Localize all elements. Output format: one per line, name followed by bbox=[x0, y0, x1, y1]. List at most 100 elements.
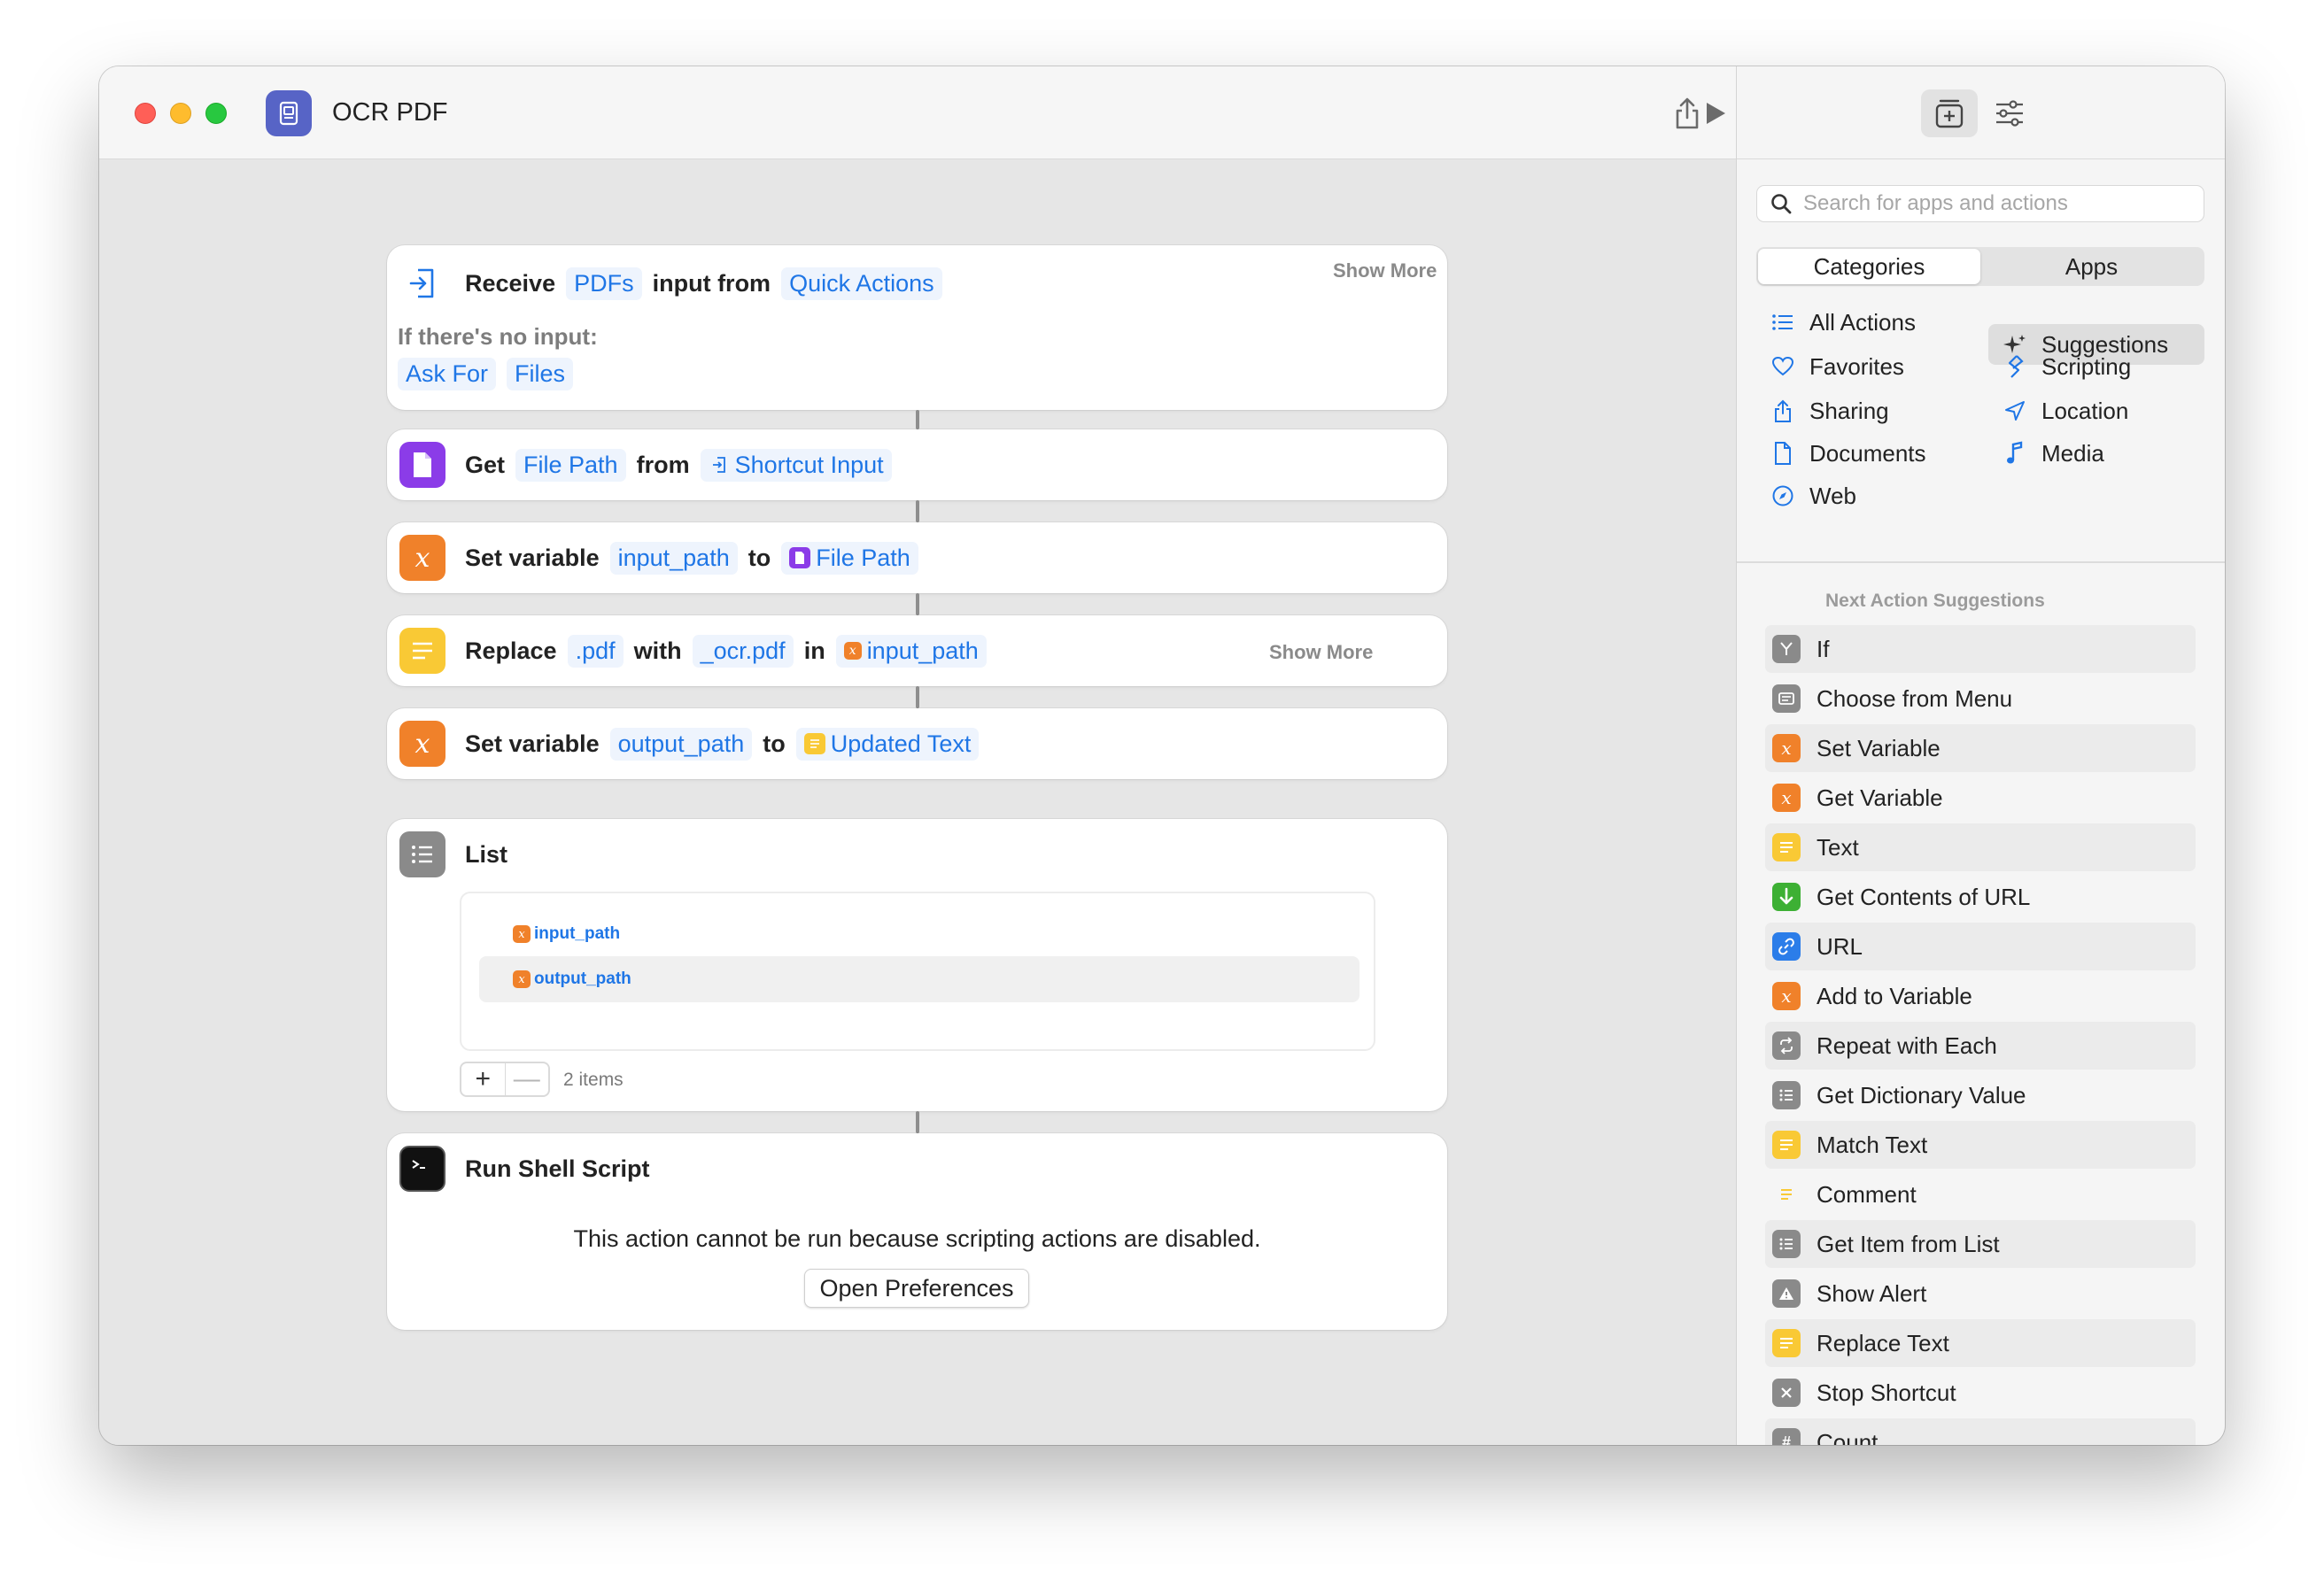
updated-text-token[interactable]: Updated Text bbox=[795, 727, 980, 761]
file-path-token[interactable]: File Path bbox=[515, 448, 626, 482]
connector bbox=[916, 593, 919, 615]
text-icon bbox=[803, 733, 825, 754]
zoom-window-button[interactable] bbox=[205, 103, 227, 124]
replace-text-token[interactable]: _ocr.pdf bbox=[692, 634, 794, 668]
variable-name-token[interactable]: input_path bbox=[609, 541, 738, 575]
shortcut-title[interactable]: OCR PDF bbox=[332, 98, 448, 127]
hash-icon: # bbox=[1772, 1428, 1801, 1445]
suggestion-set-variable[interactable]: x Set Variable bbox=[1765, 724, 2196, 772]
suggestion-get-dictionary-value[interactable]: Get Dictionary Value bbox=[1765, 1071, 2196, 1119]
title-bar: OCR PDF bbox=[99, 66, 1736, 159]
connector bbox=[916, 1111, 919, 1133]
suggestion-add-to-variable[interactable]: x Add to Variable bbox=[1765, 972, 2196, 1020]
suggestion-get-item-from-list[interactable]: Get Item from List bbox=[1765, 1220, 2196, 1268]
input-source-token[interactable]: Quick Actions bbox=[781, 267, 942, 300]
suggestion-get-variable[interactable]: x Get Variable bbox=[1765, 774, 2196, 822]
suggestion-count[interactable]: # Count bbox=[1765, 1418, 2196, 1445]
stop-icon bbox=[1772, 1379, 1801, 1407]
set-input-path-action[interactable]: x Set variable input_path to File Path bbox=[387, 522, 1447, 593]
suggestion-repeat-with-each[interactable]: Repeat with Each bbox=[1765, 1022, 2196, 1070]
run-shell-script-action[interactable]: Run Shell Script This action cannot be r… bbox=[387, 1133, 1447, 1330]
remove-item-button[interactable]: — bbox=[504, 1063, 549, 1095]
search-input[interactable] bbox=[1803, 191, 2193, 216]
shortcut-icon[interactable] bbox=[266, 90, 312, 136]
category-label: All Actions bbox=[1809, 308, 1916, 336]
get-file-path-action[interactable]: Get File Path from Shortcut Input bbox=[387, 429, 1447, 500]
sidebar-divider bbox=[1737, 561, 2225, 563]
open-preferences-button[interactable]: Open Preferences bbox=[804, 1269, 1029, 1308]
receive-action[interactable]: Receive PDFs input from Quick Actions Sh… bbox=[387, 245, 1447, 410]
suggestion-label: If bbox=[1817, 635, 1830, 662]
variable-icon: x bbox=[1772, 784, 1801, 812]
file-path-value-token[interactable]: File Path bbox=[781, 541, 918, 575]
input-type-token[interactable]: PDFs bbox=[566, 267, 642, 300]
to-keyword: to bbox=[748, 544, 771, 571]
category-label: Web bbox=[1809, 482, 1856, 509]
category-all-actions[interactable]: All Actions bbox=[1756, 302, 1969, 343]
category-media[interactable]: Media bbox=[1988, 433, 2204, 474]
suggestion-stop-shortcut[interactable]: Stop Shortcut bbox=[1765, 1369, 2196, 1417]
suggestion-choose-from-menu[interactable]: Choose from Menu bbox=[1765, 675, 2196, 722]
alert-icon bbox=[1772, 1279, 1801, 1308]
receive-show-more[interactable]: Show More bbox=[1333, 259, 1437, 282]
tab-apps[interactable]: Apps bbox=[1980, 249, 2203, 284]
details-tab-button[interactable] bbox=[1981, 89, 2038, 137]
suggestion-label: Count bbox=[1817, 1428, 1879, 1446]
category-documents[interactable]: Documents bbox=[1756, 433, 1969, 474]
suggestion-url[interactable]: URL bbox=[1765, 923, 2196, 970]
connector bbox=[916, 410, 919, 429]
search-bar[interactable] bbox=[1756, 185, 2204, 222]
variable-icon: x bbox=[513, 970, 531, 988]
replace-text-action[interactable]: Replace .pdf with _ocr.pdf in x input_pa… bbox=[387, 615, 1447, 686]
replace-show-more[interactable]: Show More bbox=[1269, 641, 1373, 664]
if-icon bbox=[1772, 635, 1801, 663]
variable-name-token[interactable]: output_path bbox=[609, 727, 753, 761]
list-item[interactable]: x output_path bbox=[479, 956, 1360, 1002]
suggestion-if[interactable]: If bbox=[1765, 625, 2196, 673]
category-sharing[interactable]: Sharing bbox=[1756, 390, 1969, 431]
scripting-icon bbox=[2001, 352, 2029, 381]
suggestion-text[interactable]: Text bbox=[1765, 823, 2196, 871]
document-icon bbox=[1769, 439, 1797, 467]
ask-for-token[interactable]: Ask For bbox=[398, 358, 497, 390]
files-token[interactable]: Files bbox=[507, 358, 574, 390]
suggestion-label: Show Alert bbox=[1817, 1279, 1927, 1307]
text-icon bbox=[1772, 1329, 1801, 1357]
add-action-icon bbox=[1935, 99, 1964, 128]
action-library-sidebar: Categories Apps All Actions Favorites Sh… bbox=[1736, 66, 2225, 1445]
library-segmented-control: Categories Apps bbox=[1756, 247, 2204, 286]
suggestion-comment[interactable]: Comment bbox=[1765, 1170, 2196, 1218]
suggestion-replace-text[interactable]: Replace Text bbox=[1765, 1319, 2196, 1367]
suggestion-match-text[interactable]: Match Text bbox=[1765, 1121, 2196, 1169]
list-action[interactable]: List x input_path x output_path + — 2 it… bbox=[387, 819, 1447, 1111]
category-location[interactable]: Location bbox=[1988, 390, 2204, 431]
suggestion-label: Get Dictionary Value bbox=[1817, 1081, 2026, 1109]
editor-canvas: Receive PDFs input from Quick Actions Sh… bbox=[99, 159, 1736, 1445]
shortcut-input-token[interactable]: Shortcut Input bbox=[700, 448, 892, 482]
file-icon bbox=[789, 547, 811, 568]
tab-categories[interactable]: Categories bbox=[1758, 249, 1980, 284]
variable-icon: x bbox=[513, 925, 531, 943]
terminal-icon bbox=[399, 1146, 445, 1192]
suggestion-get-contents-of-url[interactable]: Get Contents of URL bbox=[1765, 873, 2196, 921]
add-item-button[interactable]: + bbox=[461, 1063, 505, 1095]
minimize-window-button[interactable] bbox=[170, 103, 191, 124]
set-output-path-action[interactable]: x Set variable output_path to Updated Te… bbox=[387, 708, 1447, 779]
suggestion-show-alert[interactable]: Show Alert bbox=[1765, 1270, 2196, 1317]
close-window-button[interactable] bbox=[135, 103, 156, 124]
find-text-token[interactable]: .pdf bbox=[567, 634, 624, 668]
dictionary-icon bbox=[1772, 1081, 1801, 1109]
category-scripting[interactable]: Scripting bbox=[1988, 346, 2204, 387]
input-path-label: input_path bbox=[866, 637, 979, 664]
suggestion-label: Match Text bbox=[1817, 1131, 1928, 1158]
suggestion-label: Choose from Menu bbox=[1817, 684, 2013, 712]
run-button[interactable] bbox=[1694, 93, 1735, 134]
library-tab-button[interactable] bbox=[1921, 89, 1978, 137]
variable-icon: x bbox=[1772, 982, 1801, 1010]
compass-icon bbox=[1769, 482, 1797, 510]
category-favorites[interactable]: Favorites bbox=[1756, 346, 1969, 387]
list-item[interactable]: x input_path bbox=[479, 911, 1360, 957]
download-icon bbox=[1772, 883, 1801, 911]
input-path-token[interactable]: x input_path bbox=[835, 634, 987, 668]
category-web[interactable]: Web bbox=[1756, 475, 1969, 516]
